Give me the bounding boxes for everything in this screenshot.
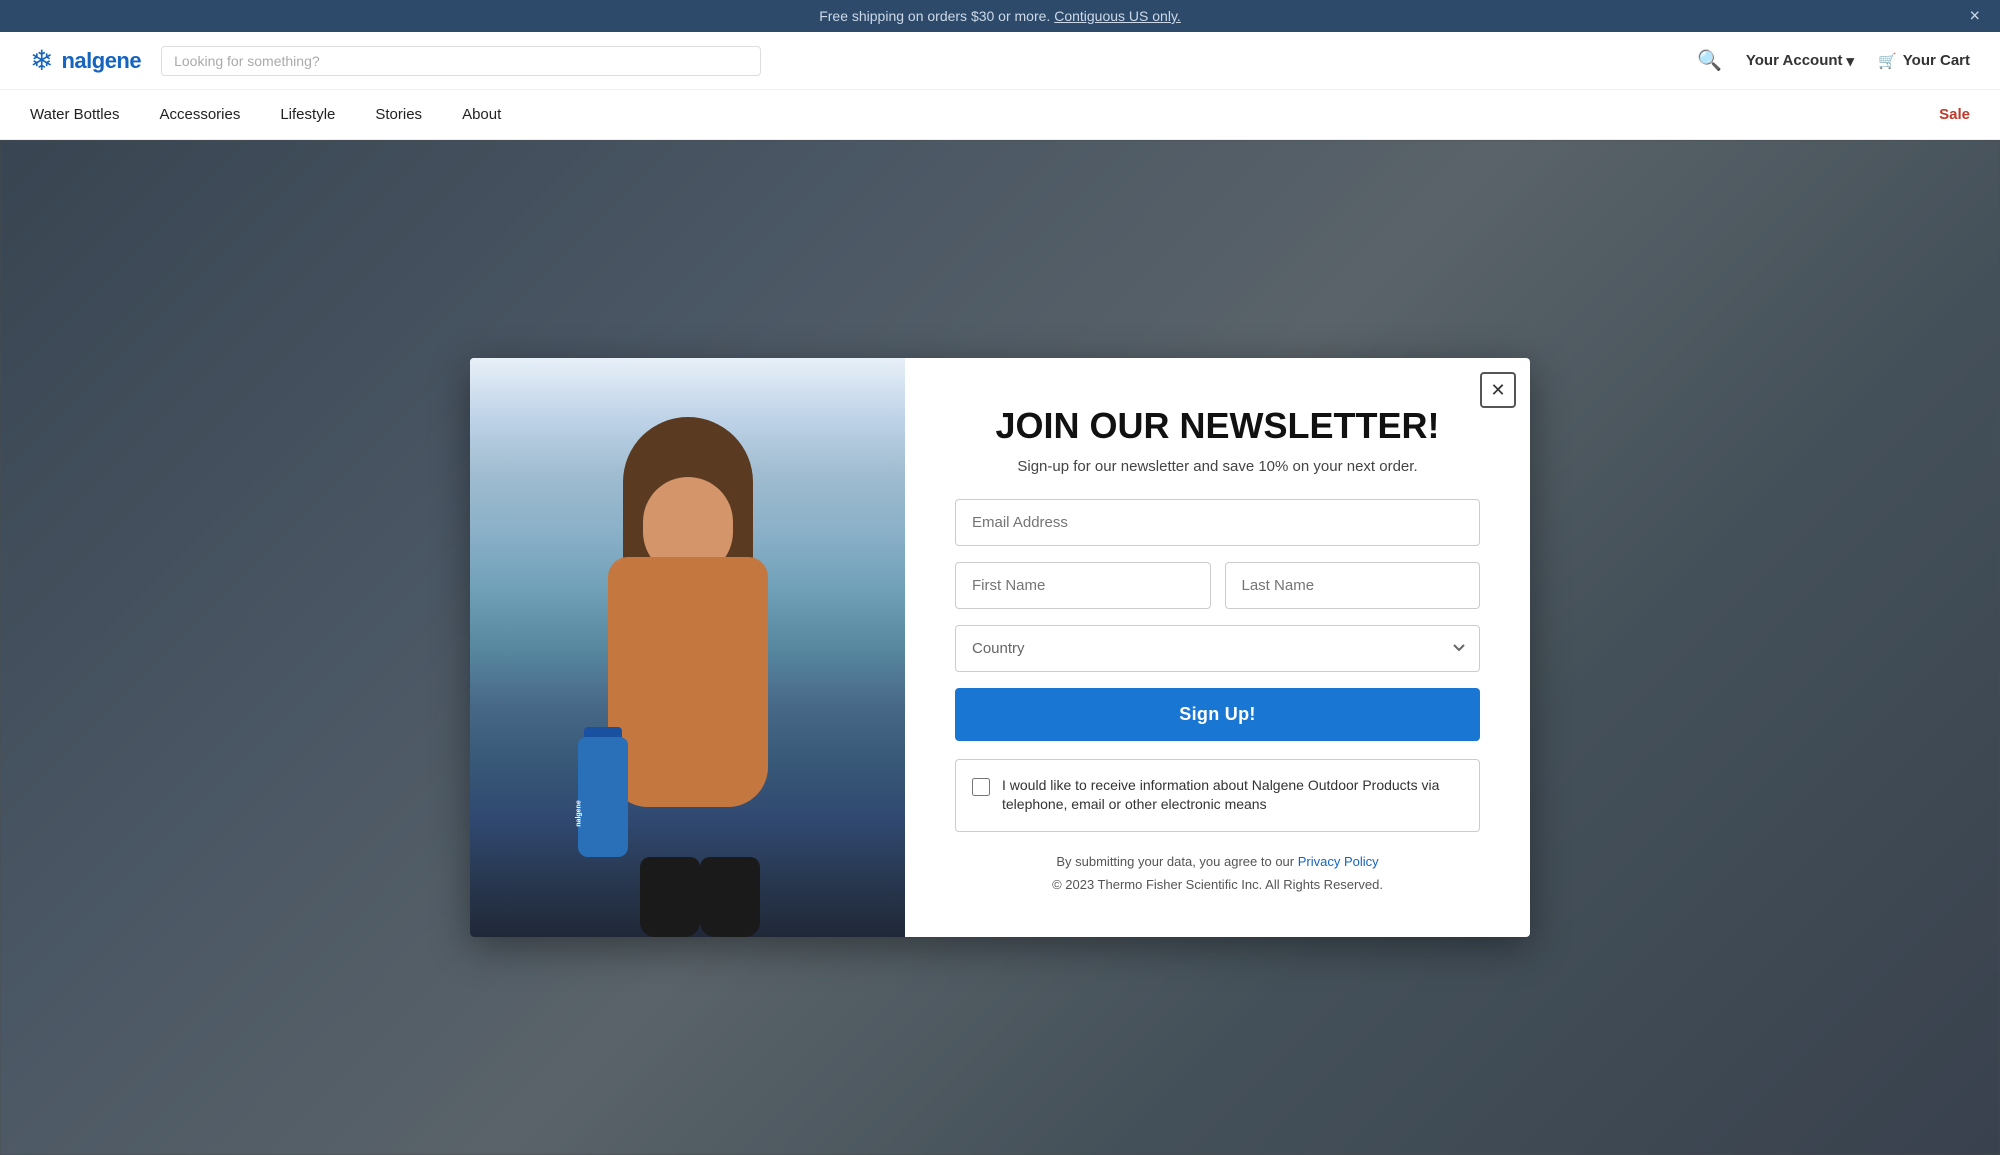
search-placeholder-text: Looking for something? [174,53,320,69]
close-banner-button[interactable]: × [1969,6,1980,27]
first-name-field-group [955,562,1211,609]
navigation: Water Bottles Accessories Lifestyle Stor… [0,90,2000,140]
modal-title: JOIN OUR NEWSLETTER! [955,406,1480,446]
nav-item-stories[interactable]: Stories [375,90,422,139]
country-select[interactable]: Country United States Canada United King… [955,625,1480,672]
nav-item-lifestyle[interactable]: Lifestyle [280,90,335,139]
bottle-brand-text: nalgene [575,800,582,826]
page-content: nalgene ✕ JOIN OUR NEWSLETTER! Sign-up f… [0,140,2000,1155]
person-figure: nalgene [548,417,828,937]
email-input[interactable] [955,499,1480,546]
cart-button[interactable]: 🛒 Your Cart [1878,52,1970,70]
nav-item-about[interactable]: About [462,90,501,139]
nav-item-accessories[interactable]: Accessories [159,90,240,139]
consent-section: I would like to receive information abou… [955,759,1480,832]
logo-word: nalgene [61,48,141,73]
footer-copyright: © 2023 Thermo Fisher Scientific Inc. All… [1052,877,1383,892]
nav-item-water-bottles[interactable]: Water Bottles [30,90,119,139]
footer-line1-text: By submitting your data, you agree to ou… [1056,854,1297,869]
cart-label: Your Cart [1903,52,1970,69]
account-label: Your Account [1746,52,1843,69]
person-body [608,557,768,807]
email-field-group [955,499,1480,546]
search-bar[interactable]: Looking for something? [161,46,761,76]
cart-icon: 🛒 [1878,52,1897,70]
last-name-input[interactable] [1225,562,1481,609]
modal-close-button[interactable]: ✕ [1480,372,1516,408]
search-icon[interactable]: 🔍 [1697,48,1722,73]
logo-icon: ❄ [30,44,53,77]
account-button[interactable]: Your Account ▾ [1746,52,1854,70]
account-chevron-icon: ▾ [1847,52,1855,70]
consent-text: I would like to receive information abou… [1002,776,1463,815]
nav-item-sale[interactable]: Sale [1939,90,1970,139]
header-right: 🔍 Your Account ▾ 🛒 Your Cart [1697,48,1970,73]
consent-checkbox[interactable] [972,778,990,796]
newsletter-modal: nalgene ✕ JOIN OUR NEWSLETTER! Sign-up f… [470,358,1530,937]
logo-text: nalgene [61,48,141,74]
modal-overlay: nalgene ✕ JOIN OUR NEWSLETTER! Sign-up f… [0,140,2000,1155]
modal-subtitle: Sign-up for our newsletter and save 10% … [955,458,1480,475]
modal-form-area: ✕ JOIN OUR NEWSLETTER! Sign-up for our n… [905,358,1530,937]
top-banner: Free shipping on orders $30 or more. Con… [0,0,2000,32]
header: ❄ nalgene Looking for something? 🔍 Your … [0,32,2000,90]
country-field-group: Country United States Canada United King… [955,625,1480,672]
last-name-field-group [1225,562,1481,609]
name-fields-row [955,562,1480,609]
signup-button[interactable]: Sign Up! [955,688,1480,741]
person-boot-right [700,857,760,937]
banner-text: Free shipping on orders $30 or more. [819,8,1050,24]
logo[interactable]: ❄ nalgene [30,44,141,77]
modal-image: nalgene [470,358,905,937]
modal-footer: By submitting your data, you agree to ou… [955,850,1480,897]
water-bottle [578,737,628,857]
first-name-input[interactable] [955,562,1211,609]
person-boot-left [640,857,700,937]
banner-link[interactable]: Contiguous US only. [1054,8,1181,24]
privacy-policy-link[interactable]: Privacy Policy [1298,854,1379,869]
